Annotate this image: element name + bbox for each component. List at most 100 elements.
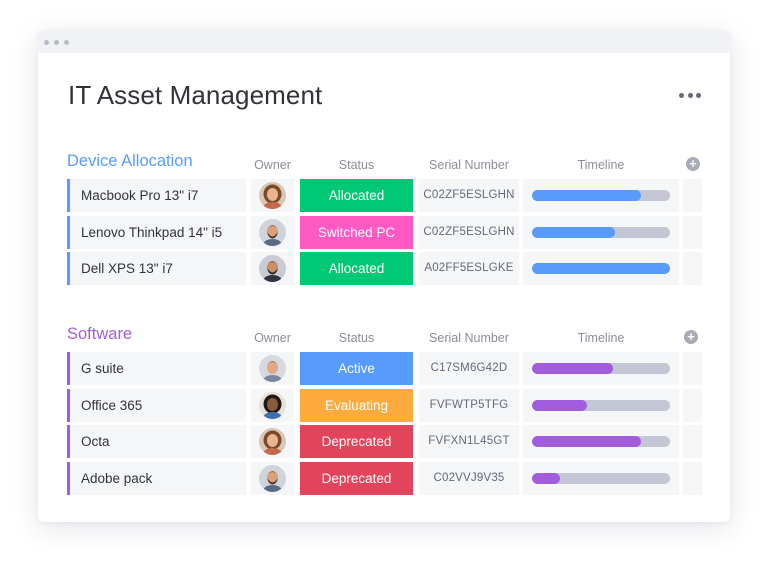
group-color-bar <box>67 388 70 422</box>
timeline-bar[interactable] <box>532 436 670 447</box>
column-header-timeline[interactable]: Timeline <box>523 331 679 345</box>
column-header-serial-number[interactable]: Serial Number <box>419 331 519 345</box>
timeline-bar[interactable] <box>532 190 670 201</box>
timeline-progress-fill <box>532 472 560 484</box>
item-name: Office 365 <box>81 397 143 413</box>
timeline-bar[interactable] <box>532 472 670 484</box>
timeline-progress-fill <box>532 190 641 201</box>
item-name-cell[interactable]: G suite <box>67 352 246 385</box>
owner-cell[interactable] <box>251 179 294 212</box>
timeline-cell[interactable] <box>523 252 679 285</box>
serial-number-cell[interactable]: FVFXN1L45GT <box>419 425 519 458</box>
group-color-bar <box>67 461 70 495</box>
item-name-cell[interactable]: Lenovo Thinkpad 14" i5 <box>67 215 246 249</box>
status-label[interactable]: Evaluating <box>300 388 413 422</box>
man-beard-avatar[interactable] <box>259 464 286 492</box>
board-window: IT Asset Management Device Allocation Ow… <box>38 30 730 522</box>
timeline-cell[interactable] <box>523 352 679 385</box>
item-name-cell[interactable]: Dell XPS 13" i7 <box>67 252 246 285</box>
item-name: G suite <box>81 361 124 376</box>
man-beard-avatar[interactable] <box>259 218 286 246</box>
empty-column-cell <box>683 425 702 458</box>
status-label[interactable]: Switched PC <box>300 215 413 249</box>
timeline-bar[interactable] <box>532 363 670 374</box>
timeline-cell[interactable] <box>523 425 679 458</box>
group-title[interactable]: Software <box>67 325 132 344</box>
empty-column-cell <box>683 388 702 422</box>
add-column-icon[interactable]: + <box>684 330 698 344</box>
group-title[interactable]: Device Allocation <box>67 152 193 171</box>
group-color-bar <box>67 425 70 458</box>
empty-column-cell <box>683 461 702 495</box>
owner-cell[interactable] <box>251 425 294 458</box>
status-label[interactable]: Allocated <box>300 252 413 285</box>
serial-number-cell[interactable]: A02FF5ESLGKE <box>419 252 519 285</box>
timeline-bar[interactable] <box>532 399 670 411</box>
column-header-status[interactable]: Status <box>300 331 413 345</box>
serial-number-cell[interactable]: C02ZF5ESLGHN <box>419 179 519 212</box>
group-color-bar <box>67 352 70 385</box>
timeline-cell[interactable] <box>523 388 679 422</box>
status-label[interactable]: Deprecated <box>300 461 413 495</box>
woman-dark-hair-avatar[interactable] <box>259 391 286 419</box>
status-label[interactable]: Active <box>300 352 413 385</box>
timeline-progress-fill <box>532 226 615 238</box>
window-dot-icon <box>44 40 49 45</box>
timeline-progress-fill <box>532 363 613 374</box>
woman-curly-hair-avatar[interactable] <box>259 182 286 209</box>
item-name: Dell XPS 13" i7 <box>81 261 173 276</box>
owner-cell[interactable] <box>251 215 294 249</box>
table-row[interactable]: Dell XPS 13" i7 Allocated A02FF5ESLGKE <box>38 252 730 285</box>
serial-number-cell[interactable]: C17SM6G42D <box>419 352 519 385</box>
serial-number-cell[interactable]: FVFWTP5TFG <box>419 388 519 422</box>
empty-column-cell <box>683 252 702 285</box>
table-row[interactable]: Lenovo Thinkpad 14" i5 Switched PC C02ZF5E… <box>38 215 730 249</box>
board-title: IT Asset Management <box>68 80 323 110</box>
more-options-icon[interactable] <box>679 92 701 98</box>
man-short-hair-avatar[interactable] <box>259 355 286 382</box>
item-name-cell[interactable]: Adobe pack <box>67 461 246 495</box>
window-dot-icon <box>64 40 69 45</box>
status-label[interactable]: Allocated <box>300 179 413 212</box>
window-titlebar <box>38 30 730 53</box>
table-row[interactable]: G suite Active C17SM6G42D <box>38 352 730 385</box>
timeline-cell[interactable] <box>523 179 679 212</box>
table-row[interactable]: Macbook Pro 13" i7 Allocated C02ZF5ESLGHN <box>38 179 730 212</box>
column-header-owner[interactable]: Owner <box>251 158 294 172</box>
empty-column-cell <box>683 352 702 385</box>
owner-cell[interactable] <box>251 252 294 285</box>
timeline-cell[interactable] <box>523 215 679 249</box>
owner-cell[interactable] <box>251 461 294 495</box>
column-header-serial-number[interactable]: Serial Number <box>419 158 519 172</box>
timeline-progress-fill <box>532 399 587 411</box>
item-name-cell[interactable]: Office 365 <box>67 388 246 422</box>
timeline-progress-fill <box>532 436 641 447</box>
timeline-bar[interactable] <box>532 263 670 274</box>
column-header-timeline[interactable]: Timeline <box>523 158 679 172</box>
window-dot-icon <box>54 40 59 45</box>
woman-curly-hair-avatar[interactable] <box>259 428 286 455</box>
serial-number-cell[interactable]: C02ZF5ESLGHN <box>419 215 519 249</box>
table-row[interactable]: Adobe pack Deprecated C02VVJ9V35 <box>38 461 730 495</box>
empty-column-cell <box>683 215 702 249</box>
group-color-bar <box>67 252 70 285</box>
group-color-bar <box>67 179 70 212</box>
serial-number-cell[interactable]: C02VVJ9V35 <box>419 461 519 495</box>
owner-cell[interactable] <box>251 388 294 422</box>
table-row[interactable]: Octa Deprecated FVFXN1L45GT <box>38 425 730 458</box>
owner-cell[interactable] <box>251 352 294 385</box>
item-name-cell[interactable]: Octa <box>67 425 246 458</box>
item-name: Macbook Pro 13" i7 <box>81 188 199 203</box>
man-bald-beard-avatar[interactable] <box>259 255 286 282</box>
status-label[interactable]: Deprecated <box>300 425 413 458</box>
timeline-cell[interactable] <box>523 461 679 495</box>
column-header-status[interactable]: Status <box>300 158 413 172</box>
timeline-bar[interactable] <box>532 226 670 238</box>
item-name: Octa <box>81 434 110 449</box>
item-name: Adobe pack <box>81 470 153 486</box>
item-name-cell[interactable]: Macbook Pro 13" i7 <box>67 179 246 212</box>
add-column-icon[interactable]: + <box>686 157 700 171</box>
table-row[interactable]: Office 365 Evaluating FVFWTP5TFG <box>38 388 730 422</box>
column-header-owner[interactable]: Owner <box>251 331 294 345</box>
item-name: Lenovo Thinkpad 14" i5 <box>81 224 223 240</box>
